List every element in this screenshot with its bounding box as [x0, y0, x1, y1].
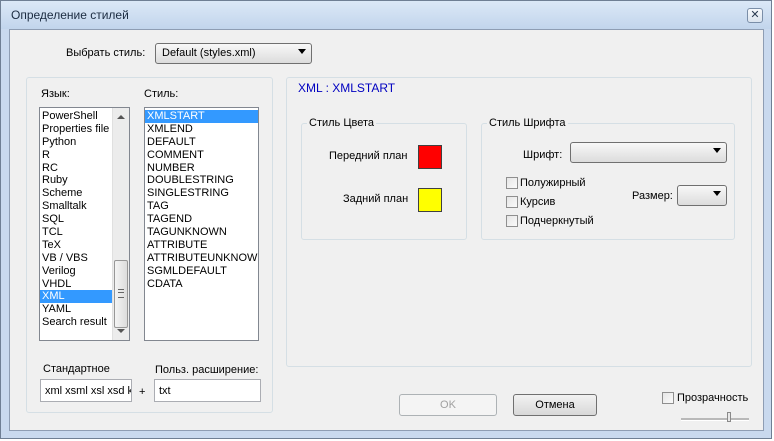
size-label: Размер:: [632, 190, 673, 202]
cancel-button[interactable]: Отмена: [513, 394, 597, 416]
foreground-label: Передний план: [329, 150, 408, 162]
bold-label: Полужирный: [520, 177, 586, 189]
color-style-group: [301, 123, 467, 240]
language-list-item[interactable]: Scheme: [40, 187, 113, 200]
plus-sign: +: [139, 386, 146, 398]
style-select-value: Default (styles.xml): [162, 47, 256, 59]
user-ext-value: txt: [159, 385, 171, 397]
transparency-checkbox[interactable]: [662, 392, 674, 404]
chevron-down-icon: [713, 191, 721, 196]
italic-checkbox[interactable]: [506, 196, 518, 208]
language-list-item[interactable]: TeX: [40, 239, 113, 252]
style-select-dropdown[interactable]: Default (styles.xml): [155, 43, 312, 64]
transparency-label: Прозрачность: [677, 392, 749, 404]
language-items: PowerShell Properties file Python R RC Ruby Sc…: [40, 110, 113, 329]
default-ext-field[interactable]: xml xsml xsl xsd k: [40, 379, 132, 402]
scroll-down-button[interactable]: [113, 323, 129, 339]
style-list-item[interactable]: TAGUNKNOWN: [145, 226, 258, 239]
style-list-item[interactable]: TAG: [145, 200, 258, 213]
default-ext-label: Стандартное: [43, 363, 110, 375]
language-list-item[interactable]: R: [40, 149, 113, 162]
arrow-down-icon: [117, 329, 125, 333]
style-list-item[interactable]: TAGEND: [145, 213, 258, 226]
style-list-label: Стиль:: [144, 88, 179, 100]
style-list-item[interactable]: DEFAULT: [145, 136, 258, 149]
language-list-item[interactable]: Properties file: [40, 123, 113, 136]
close-button[interactable]: ✕: [747, 8, 763, 23]
close-icon: ✕: [750, 9, 760, 21]
background-color-swatch[interactable]: [418, 188, 442, 212]
grip-icon: [118, 289, 124, 298]
language-list[interactable]: PowerShell Properties file Python R RC Ruby Sc…: [39, 107, 130, 341]
scroll-thumb[interactable]: [114, 260, 128, 328]
ok-button[interactable]: OK: [399, 394, 497, 416]
language-list-item[interactable]: Verilog: [40, 265, 113, 278]
language-list-item[interactable]: YAML: [40, 303, 113, 316]
underline-checkbox[interactable]: [506, 215, 518, 227]
background-label: Задний план: [343, 193, 409, 205]
style-configurator-window: Определение стилей ✕ Выбрать стиль: Defa…: [0, 0, 772, 439]
transparency-slider-track[interactable]: [681, 418, 749, 421]
user-ext-input[interactable]: txt: [154, 379, 261, 402]
language-list-item[interactable]: Ruby: [40, 174, 113, 187]
bold-checkbox[interactable]: [506, 177, 518, 189]
user-ext-label: Польз. расширение:: [155, 364, 259, 376]
italic-label: Курсив: [520, 196, 556, 208]
style-list-item[interactable]: CDATA: [145, 278, 258, 291]
language-list-item[interactable]: PowerShell: [40, 110, 113, 123]
scroll-up-button[interactable]: [113, 109, 129, 125]
style-list-item[interactable]: ATTRIBUTEUNKNOWN: [145, 252, 258, 265]
chevron-down-icon: [713, 148, 721, 153]
language-list-item[interactable]: Search result: [40, 316, 113, 329]
language-label: Язык:: [41, 88, 70, 100]
color-style-label: Стиль Цвета: [307, 117, 376, 129]
language-list-item[interactable]: SQL: [40, 213, 113, 226]
language-list-item[interactable]: TCL: [40, 226, 113, 239]
language-list-item[interactable]: VHDL: [40, 278, 113, 291]
style-list-item[interactable]: SINGLESTRING: [145, 187, 258, 200]
style-list-item[interactable]: SGMLDEFAULT: [145, 265, 258, 278]
arrow-up-icon: [117, 115, 125, 119]
language-list-item[interactable]: RC: [40, 162, 113, 175]
style-list-item[interactable]: NUMBER: [145, 162, 258, 175]
chevron-down-icon: [298, 49, 306, 54]
style-list[interactable]: XMLSTART XMLEND DEFAULT COMMENT NUMBER DOUBLE…: [144, 107, 259, 341]
font-label: Шрифт:: [523, 149, 563, 161]
style-list-item[interactable]: XMLSTART: [145, 110, 258, 123]
size-dropdown[interactable]: [677, 185, 727, 206]
style-list-item[interactable]: ATTRIBUTE: [145, 239, 258, 252]
language-list-item[interactable]: XML: [40, 290, 113, 304]
transparency-slider-handle[interactable]: [727, 412, 731, 422]
style-list-item[interactable]: XMLEND: [145, 123, 258, 136]
window-title: Определение стилей: [11, 8, 129, 22]
style-select-label: Выбрать стиль:: [66, 47, 146, 59]
language-list-item[interactable]: Smalltalk: [40, 200, 113, 213]
style-items: XMLSTART XMLEND DEFAULT COMMENT NUMBER DOUBLE…: [145, 110, 258, 290]
language-list-item[interactable]: Python: [40, 136, 113, 149]
style-panel-heading: XML : XMLSTART: [298, 81, 396, 95]
title-bar[interactable]: Определение стилей ✕: [1, 1, 771, 29]
foreground-color-swatch[interactable]: [418, 145, 442, 169]
dialog-client-area: Выбрать стиль: Default (styles.xml) Язык…: [9, 29, 764, 431]
style-list-item[interactable]: COMMENT: [145, 149, 258, 162]
default-ext-value: xml xsml xsl xsd k: [45, 385, 132, 397]
language-list-item[interactable]: VB / VBS: [40, 252, 113, 265]
font-style-label: Стиль Шрифта: [487, 117, 568, 129]
language-scrollbar[interactable]: [112, 108, 129, 340]
underline-label: Подчеркнутый: [520, 215, 594, 227]
font-dropdown[interactable]: [570, 142, 727, 163]
style-list-item[interactable]: DOUBLESTRING: [145, 174, 258, 187]
